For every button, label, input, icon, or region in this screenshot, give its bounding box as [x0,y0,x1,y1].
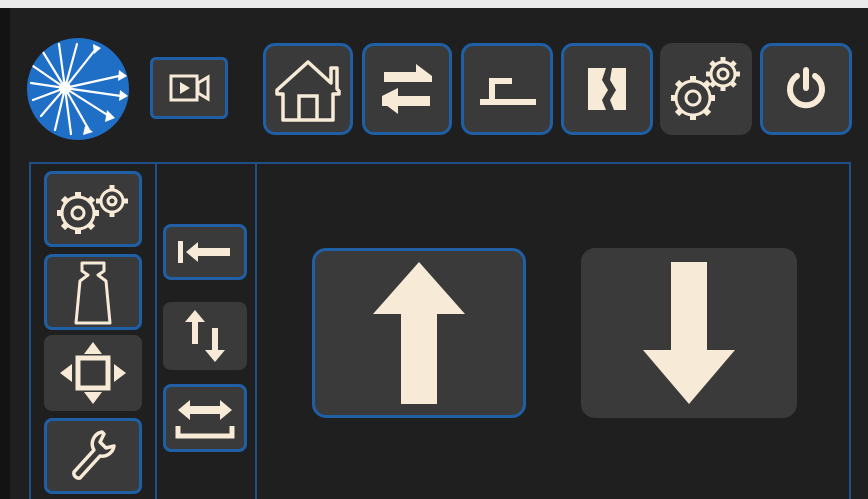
weight-icon [74,261,112,325]
gears-icon [57,185,128,234]
side-gears-button[interactable] [44,171,142,247]
panel-frame-left [29,162,31,499]
nav-home-button[interactable] [263,43,353,135]
sub-to-start-button[interactable] [163,224,247,280]
nav-settings-button[interactable] [660,43,752,135]
move-up-button[interactable] [312,248,526,418]
up-down-arrows-icon [185,310,225,362]
nav-splice-button[interactable] [561,43,653,135]
swap-arrows-icon [382,64,432,114]
nav-swap-button[interactable] [362,43,452,135]
arrow-down-icon [643,262,735,404]
sub-up-down-button[interactable] [163,302,247,370]
side-tools-button[interactable] [44,418,142,494]
video-camera-icon [169,74,210,102]
window-top-edge [0,0,868,8]
arrow-up-icon [373,262,465,404]
panel-divider-2 [255,162,257,499]
logo [27,38,129,140]
gears-icon [671,57,740,120]
window-left-edge [0,8,10,499]
hook-bar-icon [480,78,536,105]
camera-button[interactable] [150,57,228,119]
panel-frame-right [849,162,851,499]
starburst-logo-icon [29,42,128,136]
horizontal-width-icon [175,400,235,439]
panel-divider-1 [155,162,157,499]
split-block-icon [588,68,626,110]
move-arrows-icon [60,342,126,404]
move-down-button[interactable] [581,248,797,418]
panel-frame-top [29,162,851,164]
power-icon [787,67,825,109]
side-move-button[interactable] [44,335,142,411]
wrench-icon [72,430,116,480]
side-weight-button[interactable] [44,254,142,330]
sub-width-button[interactable] [163,384,247,452]
nav-threading-button[interactable] [461,43,553,135]
home-icon [275,60,341,122]
arrow-left-bar-icon [178,241,230,263]
nav-power-button[interactable] [760,43,852,135]
